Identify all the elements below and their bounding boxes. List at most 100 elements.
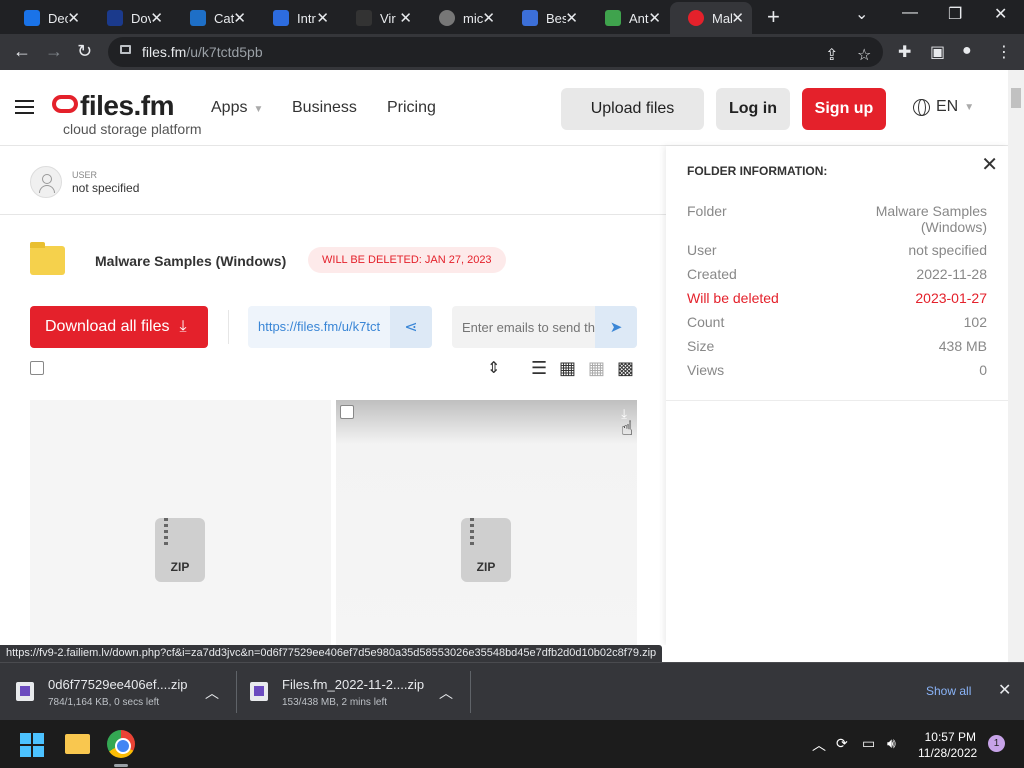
share-page-icon[interactable]: ⇪ bbox=[825, 45, 838, 65]
tab-favicon-icon bbox=[439, 10, 455, 26]
address-bar[interactable]: files.fm/u/k7tctd5pb ⇪ ☆ bbox=[108, 37, 883, 67]
cloud-logo-icon bbox=[52, 95, 78, 113]
hamburger-menu-icon[interactable] bbox=[15, 100, 34, 114]
nav-pricing[interactable]: Pricing bbox=[387, 99, 436, 117]
page-scrollbar[interactable] bbox=[1008, 70, 1024, 662]
display-icon[interactable]: ▭ bbox=[862, 735, 875, 752]
chrome-icon[interactable] bbox=[107, 730, 135, 758]
taskbar-clock[interactable]: 10:57 PM 11/28/2022 bbox=[918, 729, 977, 761]
new-tab-icon[interactable]: + bbox=[767, 4, 780, 30]
download-item[interactable]: Files.fm_2022-11-2....zip 153/438 MB, 2 … bbox=[234, 663, 470, 721]
file-card[interactable]: ⤓ ☝ ZIP bbox=[336, 400, 637, 645]
deletion-badge: WILL BE DELETED: JAN 27, 2023 bbox=[308, 247, 506, 273]
browser-tab[interactable]: Cat ✕ bbox=[172, 2, 254, 34]
user-avatar-icon bbox=[30, 166, 62, 198]
notification-badge[interactable]: 1 bbox=[988, 735, 1005, 752]
folder-title: Malware Samples (Windows) bbox=[95, 253, 287, 269]
scrollbar-thumb[interactable] bbox=[1011, 88, 1021, 108]
chevron-up-icon[interactable]: ︿ bbox=[205, 683, 219, 703]
show-all-downloads-link[interactable]: Show all bbox=[926, 684, 971, 698]
close-tab-icon[interactable]: ✕ bbox=[233, 9, 246, 27]
close-window-icon[interactable]: ✕ bbox=[994, 4, 1007, 24]
download-item[interactable]: 0d6f77529ee406ef....zip 784/1,164 KB, 0 … bbox=[0, 663, 236, 721]
chevron-up-icon[interactable]: ︿ bbox=[439, 683, 453, 703]
tab-favicon-icon bbox=[273, 10, 289, 26]
status-bar-url: https://fv9-2.failiem.lv/down.php?cf&i=z… bbox=[0, 645, 663, 662]
browser-tab[interactable]: Bes ✕ bbox=[504, 2, 586, 34]
tab-favicon-icon bbox=[522, 10, 538, 26]
upload-files-button[interactable]: Upload files bbox=[561, 88, 704, 130]
close-tab-icon[interactable]: ✕ bbox=[150, 9, 163, 27]
windows-taskbar: ︿ ⟳ ▭ 🔊︎ 10:57 PM 11/28/2022 1 bbox=[0, 720, 1024, 768]
profile-icon[interactable]: ● bbox=[962, 42, 972, 60]
globe-icon bbox=[913, 98, 930, 116]
email-send-box: ➤ bbox=[452, 306, 637, 348]
volume-icon[interactable]: 🔊︎ bbox=[887, 735, 896, 752]
large-grid-view-icon[interactable]: ▦ bbox=[588, 358, 605, 379]
close-tab-icon[interactable]: ✕ bbox=[399, 9, 412, 27]
tab-favicon-icon bbox=[605, 10, 621, 26]
share-link-text[interactable]: https://files.fm/u/k7tct bbox=[258, 319, 390, 334]
close-icon[interactable]: ✕ bbox=[981, 152, 998, 177]
share-link-box[interactable]: https://files.fm/u/k7tct ⋖ bbox=[248, 306, 432, 348]
bookmark-star-icon[interactable]: ☆ bbox=[857, 45, 871, 65]
browser-tab[interactable]: Ant ✕ bbox=[587, 2, 669, 34]
menu-kebab-icon[interactable]: ⋮ bbox=[996, 42, 1012, 62]
chevron-up-icon[interactable]: ︿ bbox=[812, 735, 826, 755]
nav-business[interactable]: Business bbox=[292, 99, 357, 117]
tab-favicon-icon bbox=[688, 10, 704, 26]
login-button[interactable]: Log in bbox=[716, 88, 790, 130]
reload-icon[interactable]: ↻ bbox=[77, 41, 92, 62]
zip-file-icon: ZIP bbox=[461, 518, 511, 582]
browser-tab[interactable]: Vir ✕ bbox=[338, 2, 420, 34]
file-checkbox[interactable] bbox=[340, 405, 354, 419]
browser-tab[interactable]: Dov ✕ bbox=[89, 2, 171, 34]
grid-view-icon[interactable]: ▦ bbox=[559, 358, 576, 379]
close-tab-icon[interactable]: ✕ bbox=[316, 9, 329, 27]
close-tab-icon[interactable]: ✕ bbox=[648, 9, 661, 27]
site-header: files.fm cloud storage platform Apps ▼ Bu… bbox=[0, 70, 1008, 146]
browser-tab-active[interactable]: Mal ✕ bbox=[670, 2, 752, 34]
browser-tab[interactable]: Intr ✕ bbox=[255, 2, 337, 34]
tile-view-icon[interactable]: ▩ bbox=[617, 358, 634, 379]
send-icon[interactable]: ➤ bbox=[595, 306, 637, 348]
chevron-down-icon: ▼ bbox=[964, 101, 975, 113]
hand-cursor-icon: ☝ bbox=[621, 418, 634, 440]
list-view-icon[interactable]: ☰ bbox=[531, 358, 547, 379]
windows-start-icon[interactable] bbox=[20, 733, 44, 757]
tab-search-icon[interactable]: ⌄ bbox=[855, 4, 868, 24]
language-selector[interactable]: EN ▼ bbox=[913, 98, 974, 116]
close-tab-icon[interactable]: ✕ bbox=[731, 9, 744, 27]
restore-icon[interactable]: ❐ bbox=[948, 4, 962, 24]
archive-file-icon bbox=[250, 682, 268, 701]
minimize-icon[interactable]: — bbox=[902, 4, 918, 22]
owner-row: USER not specified bbox=[0, 146, 666, 215]
email-input[interactable] bbox=[452, 306, 597, 348]
share-icon[interactable]: ⋖ bbox=[390, 306, 432, 348]
back-icon[interactable]: ← bbox=[13, 41, 31, 62]
select-all-checkbox[interactable] bbox=[30, 361, 44, 375]
running-indicator bbox=[114, 764, 128, 767]
download-icon: ⤓ bbox=[179, 318, 187, 335]
close-icon[interactable]: ✕ bbox=[998, 680, 1011, 700]
file-explorer-icon[interactable] bbox=[65, 734, 90, 754]
sort-icon[interactable]: ⇕ bbox=[487, 358, 500, 378]
site-logo[interactable]: files.fm cloud storage platform bbox=[52, 90, 202, 137]
close-tab-icon[interactable]: ✕ bbox=[482, 9, 495, 27]
forward-icon[interactable]: → bbox=[45, 41, 63, 62]
extensions-icon[interactable]: ✚ bbox=[898, 42, 911, 62]
download-all-button[interactable]: Download all files ⤓ bbox=[30, 306, 208, 348]
archive-file-icon bbox=[16, 682, 34, 701]
browser-tab[interactable]: mic ✕ bbox=[421, 2, 503, 34]
close-tab-icon[interactable]: ✕ bbox=[67, 9, 80, 27]
signup-button[interactable]: Sign up bbox=[802, 88, 886, 130]
file-card[interactable]: ZIP bbox=[30, 400, 331, 645]
tab-strip: Dec ✕ Dov ✕ Cat ✕ Intr ✕ Vir ✕ mic ✕ Bes ✕ Ant ✕… bbox=[0, 0, 1024, 34]
close-tab-icon[interactable]: ✕ bbox=[565, 9, 578, 27]
sync-icon[interactable]: ⟳ bbox=[836, 735, 848, 752]
info-panel-heading: FOLDER INFORMATION: bbox=[687, 164, 828, 178]
side-panel-icon[interactable]: ▣ bbox=[930, 42, 945, 62]
nav-apps[interactable]: Apps ▼ bbox=[211, 99, 263, 117]
browser-tab[interactable]: Dec ✕ bbox=[6, 2, 88, 34]
owner-label: USER bbox=[72, 170, 98, 180]
